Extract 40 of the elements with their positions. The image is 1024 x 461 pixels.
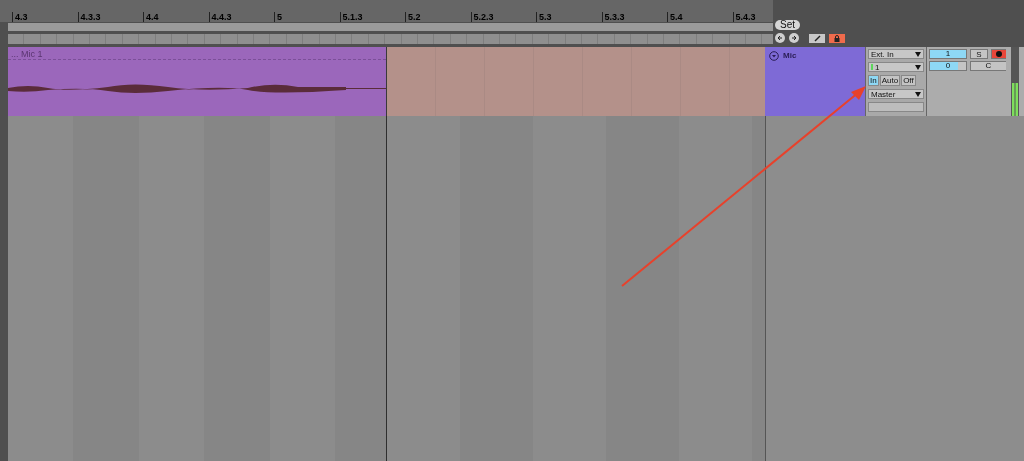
output-dropdown[interactable]: Master [868, 89, 924, 99]
input-channel-dropdown[interactable]: 1 [868, 62, 924, 72]
next-locator-button[interactable] [789, 33, 799, 43]
ruler-mark: 5.1.3 [339, 12, 405, 22]
ruler-mark: 5.3.3 [601, 12, 667, 22]
level-meter [1011, 47, 1019, 116]
track-header[interactable]: Mic [765, 47, 865, 116]
ruler-mark: 4.4 [143, 12, 209, 22]
previous-locator-button[interactable] [775, 33, 785, 43]
ruler-mark: 5.4 [667, 12, 733, 22]
volume-field[interactable]: 1 [929, 49, 967, 59]
caret-icon [915, 91, 921, 97]
ruler-mark: 5.2.3 [470, 12, 536, 22]
ruler-mark: 4.4.3 [208, 12, 274, 22]
solo-button[interactable]: S [970, 49, 988, 59]
left-arrow-icon [777, 35, 783, 41]
ruler-mark: 5.2 [405, 12, 471, 22]
ruler-mark: 5.3 [536, 12, 602, 22]
pan-center-field[interactable]: C [970, 61, 1007, 71]
caret-icon [915, 64, 921, 70]
monitor-button[interactable]: In [868, 75, 879, 86]
ruler-mark: 4.3 [12, 12, 78, 22]
lock-button[interactable] [829, 33, 845, 43]
set-locator-button[interactable]: Set [775, 20, 800, 30]
input-type-dropdown[interactable]: Ext. In [868, 49, 924, 59]
ruler-mark: 5 [274, 12, 340, 22]
record-icon [996, 51, 1002, 57]
lock-icon [834, 34, 840, 42]
expand-button[interactable] [809, 33, 825, 43]
pan-field[interactable]: 0 [929, 61, 967, 71]
output-channel-field[interactable] [868, 102, 924, 112]
caret-icon [915, 51, 921, 57]
ruler-mark: 4.3.3 [77, 12, 143, 22]
diagonal-line-icon [813, 34, 821, 42]
right-arrow-icon [791, 35, 797, 41]
monitor-button[interactable]: Off [901, 75, 916, 86]
monitor-button[interactable]: Auto [879, 75, 901, 86]
clip-name: ... Mic 1 [8, 47, 386, 60]
fold-icon[interactable] [769, 51, 779, 61]
track-name: Mic [783, 51, 797, 60]
